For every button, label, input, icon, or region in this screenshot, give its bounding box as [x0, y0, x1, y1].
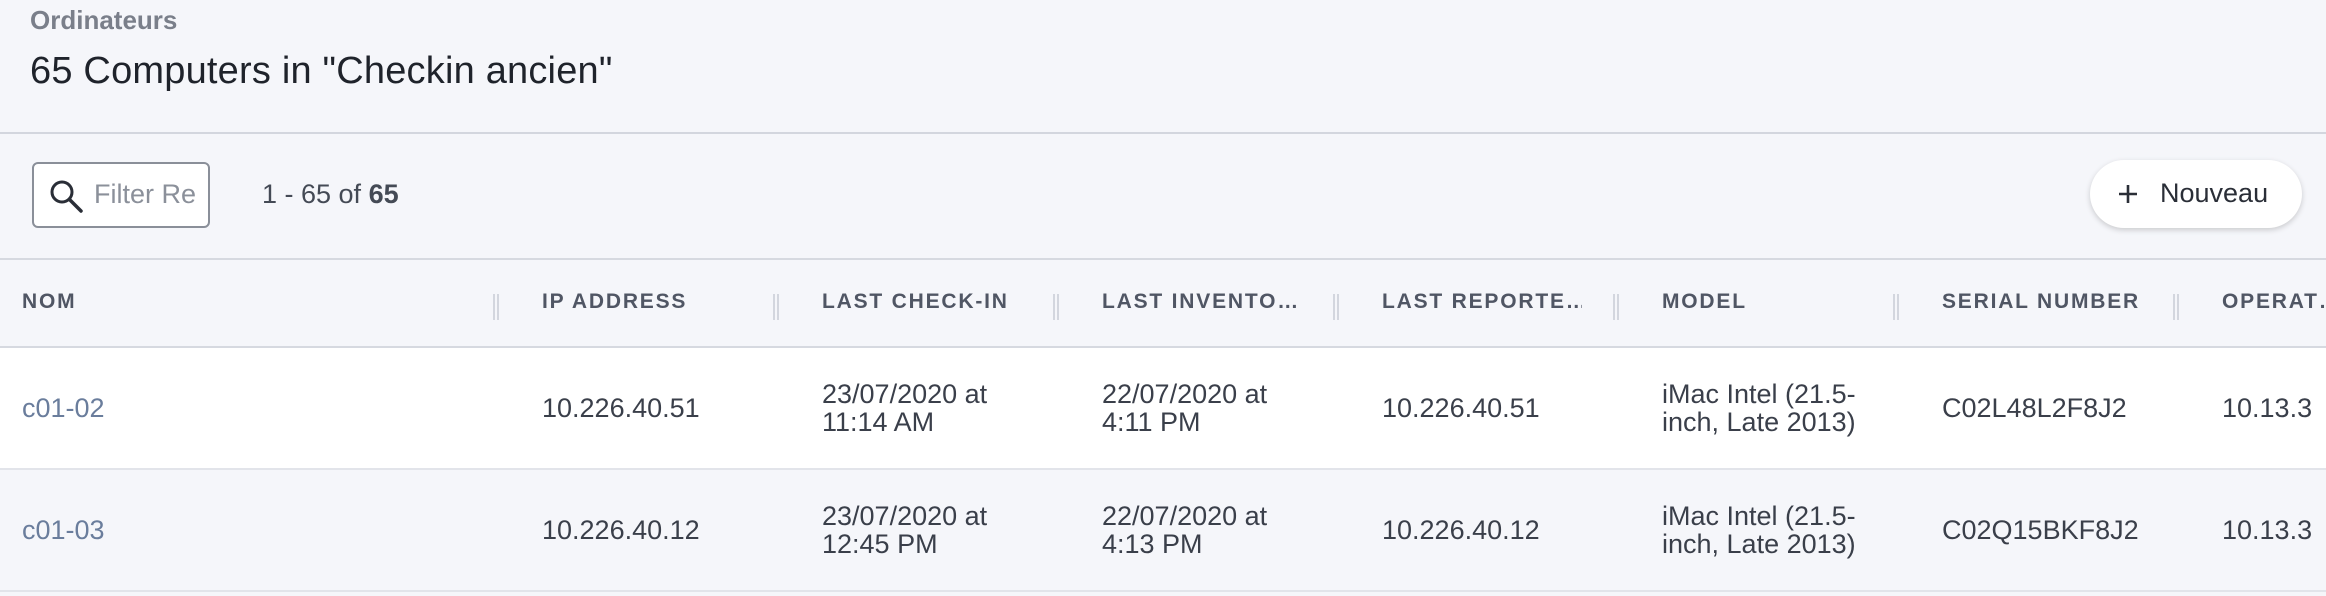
column-resizer[interactable]: [1613, 294, 1619, 320]
column-header-last-inventory[interactable]: LAST INVENTO…: [1102, 290, 1302, 314]
page-title: 65 Computers in "Checkin ancien": [30, 50, 613, 92]
breadcrumb[interactable]: Ordinateurs: [30, 5, 177, 36]
filter-input[interactable]: [94, 174, 206, 214]
computers-table: NOM IP ADDRESS LAST CHECK-IN LAST INVENT…: [0, 260, 2326, 592]
column-header-nom[interactable]: NOM: [22, 290, 322, 314]
search-box[interactable]: [32, 162, 210, 228]
last-reported-ip-cell: 10.226.40.51: [1382, 393, 1540, 423]
pagination-summary: 1 - 65 of 65: [262, 179, 399, 210]
serial-number-cell: C02L48L2F8J2: [1942, 393, 2127, 423]
table-row[interactable]: c01-03 10.226.40.12 23/07/2020 at 12:45 …: [0, 470, 2326, 592]
last-inventory-date: 22/07/2020 at: [1102, 501, 1268, 531]
pagination-range: 1 - 65 of: [262, 179, 369, 209]
operating-system-cell: 10.13.3: [2222, 515, 2313, 545]
new-computer-button[interactable]: Nouveau: [2090, 160, 2302, 228]
column-header-model[interactable]: MODEL: [1662, 290, 1862, 314]
model-line-2: inch, Late 2013): [1662, 529, 1856, 559]
last-reported-ip-cell: 10.226.40.12: [1382, 515, 1540, 545]
column-header-serial-number[interactable]: SERIAL NUMBER: [1942, 290, 2172, 314]
column-header-operating-system[interactable]: OPERAT…: [2222, 290, 2326, 314]
model-line-1: iMac Intel (21.5-: [1662, 501, 1856, 531]
last-inventory-time: 4:13 PM: [1102, 529, 1203, 559]
last-inventory-time: 4:11 PM: [1102, 407, 1201, 437]
page-header: Ordinateurs 65 Computers in "Checkin anc…: [0, 0, 2326, 134]
table-header: NOM IP ADDRESS LAST CHECK-IN LAST INVENT…: [0, 260, 2326, 348]
column-resizer[interactable]: [1333, 294, 1339, 320]
operating-system-cell: 10.13.3: [2222, 393, 2313, 423]
last-check-in-time: 11:14 AM: [822, 407, 935, 437]
table-row[interactable]: c01-02 10.226.40.51 23/07/2020 at 11:14 …: [0, 348, 2326, 470]
pagination-total: 65: [368, 179, 399, 209]
column-header-last-check-in[interactable]: LAST CHECK-IN: [822, 290, 1052, 314]
toolbar: 1 - 65 of 65 Nouveau: [0, 134, 2326, 260]
serial-number-cell: C02Q15BKF8J2: [1942, 515, 2139, 545]
computer-name-link[interactable]: c01-02: [22, 394, 105, 422]
column-resizer[interactable]: [773, 294, 779, 320]
new-button-label: Nouveau: [2160, 178, 2269, 208]
model-line-2: inch, Late 2013): [1662, 407, 1856, 437]
column-header-ip-address[interactable]: IP ADDRESS: [542, 290, 762, 314]
column-resizer[interactable]: [1053, 294, 1059, 320]
last-check-in-date: 23/07/2020 at: [822, 379, 988, 409]
column-header-last-reported-ip[interactable]: LAST REPORTE…: [1382, 290, 1582, 314]
ip-address-cell: 10.226.40.12: [542, 515, 700, 545]
computer-name-link[interactable]: c01-03: [22, 516, 105, 544]
ip-address-cell: 10.226.40.51: [542, 393, 700, 423]
last-check-in-time: 12:45 PM: [822, 529, 938, 559]
computers-page: Ordinateurs 65 Computers in "Checkin anc…: [0, 0, 2326, 596]
column-resizer[interactable]: [2173, 294, 2179, 320]
plus-icon: [2119, 185, 2137, 203]
last-inventory-date: 22/07/2020 at: [1102, 379, 1268, 409]
column-resizer[interactable]: [1893, 294, 1899, 320]
column-resizer[interactable]: [493, 294, 499, 320]
last-check-in-date: 23/07/2020 at: [822, 501, 988, 531]
model-line-1: iMac Intel (21.5-: [1662, 379, 1856, 409]
search-icon: [50, 180, 83, 213]
